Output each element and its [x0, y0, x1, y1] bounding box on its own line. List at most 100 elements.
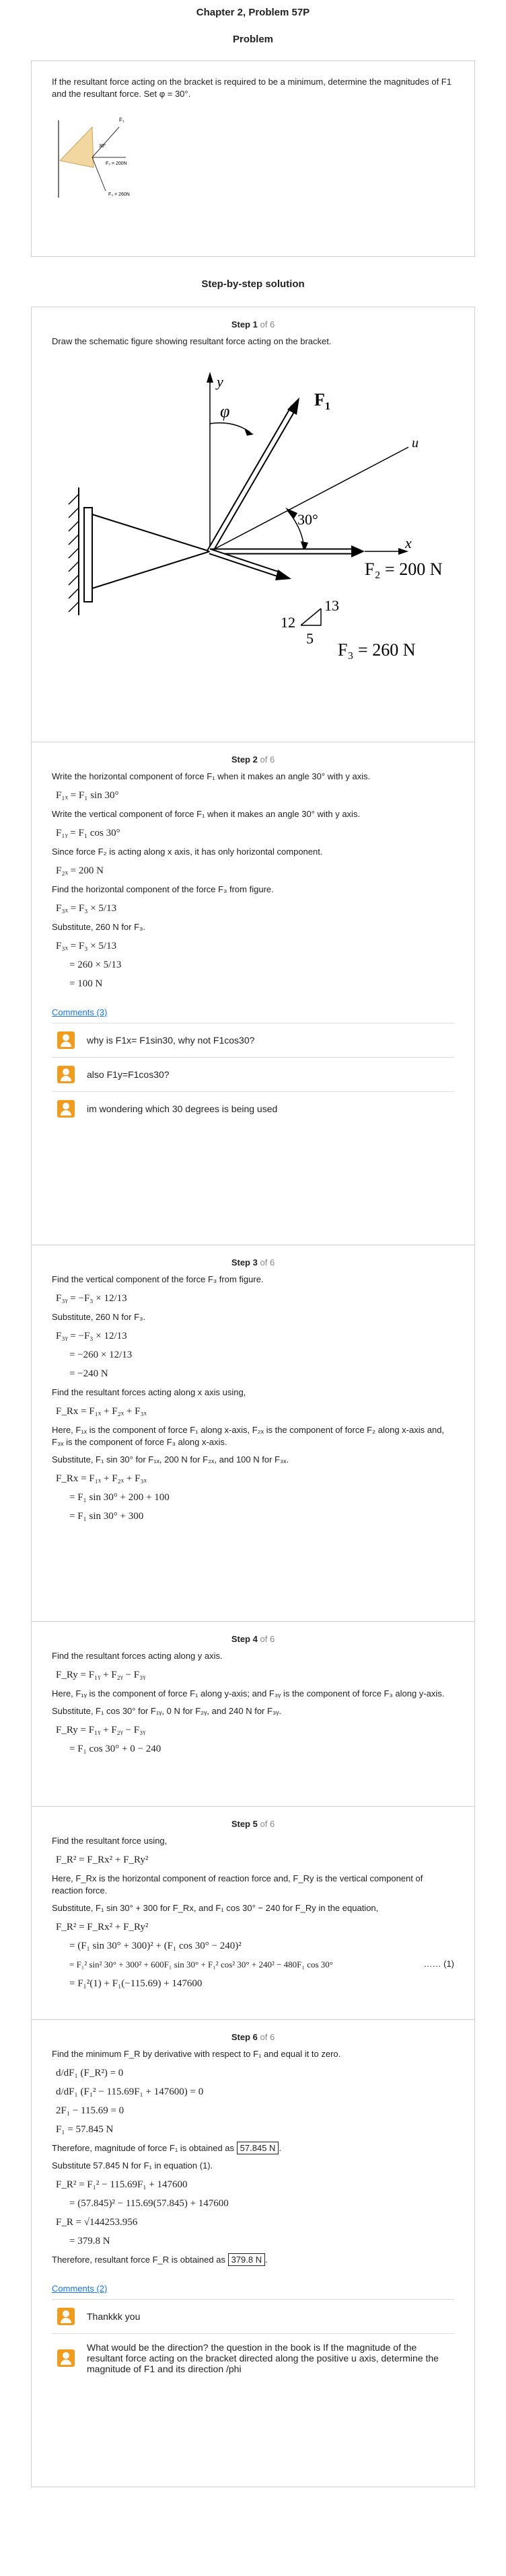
- equation: F₁ₓ = F₁ sin 30°: [56, 790, 119, 801]
- equation: = −240 N: [69, 1368, 108, 1379]
- avatar: [57, 1066, 75, 1083]
- problem-text: If the resultant force acting on the bra…: [52, 77, 451, 99]
- step-header: Step 4 of 6: [231, 1634, 275, 1644]
- u-axis-label: u: [412, 436, 419, 451]
- step-1: Step 1 of 6 Draw the schematic figure sh…: [32, 307, 474, 742]
- f2-label: F₂ = 200 N: [365, 559, 443, 579]
- equation: F₁ = 57.845 N: [56, 2124, 114, 2135]
- comments-link[interactable]: Comments (2): [52, 2284, 107, 2294]
- thumb-f2: F₂ = 200N: [106, 161, 127, 166]
- thumb-f3: F₃ = 260N: [108, 192, 130, 197]
- equation: F_Ry = F₁ᵧ + F₂ᵧ − F₃ᵧ: [56, 1670, 146, 1680]
- answer-intro: Therefore, resultant force F_R is obtain…: [52, 2255, 225, 2265]
- equation: 2F₁ − 115.69 = 0: [56, 2105, 124, 2116]
- step-line: Here, F₁ₓ is the component of force F₁ a…: [52, 1425, 445, 1447]
- equation: F_R = √144253.956: [56, 2217, 138, 2228]
- equation: d/dF₁ (F₁² − 115.69F₁ + 147600) = 0: [56, 2086, 204, 2097]
- f1-sub: 1: [325, 401, 330, 412]
- thumb-angle: 30°: [99, 143, 106, 149]
- avatar: [57, 2308, 75, 2325]
- step-line: Substitute, 260 N for F₃.: [52, 922, 145, 932]
- step-line: Write the horizontal component of force …: [52, 771, 371, 781]
- step-line: Here, F₁ᵧ is the component of force F₁ a…: [52, 1688, 445, 1699]
- comments-list: Thankkk you What would be the direction?…: [52, 2299, 454, 2382]
- step-number: 4: [252, 1634, 258, 1644]
- comments-link[interactable]: Comments (3): [52, 1007, 107, 1017]
- f3-label: F₃ = 260 N: [338, 640, 416, 660]
- equation: F_R² = F_Rx² + F_Ry²: [56, 1922, 149, 1933]
- equation: F₃ₓ = F₃ × 5/13: [56, 903, 117, 914]
- answer-box: 57.845 N: [236, 2142, 279, 2154]
- equation: F_Rx = F₁ₓ + F₂ₓ + F₃ₓ: [56, 1406, 147, 1417]
- comment-text: im wondering which 30 degrees is being u…: [87, 1103, 278, 1114]
- equation: F₃ₓ = F₃ × 5/13: [56, 941, 117, 951]
- step-line: Find the minimum F_R by derivative with …: [52, 2049, 341, 2059]
- answer-intro: Therefore, magnitude of force F₁ is obta…: [52, 2143, 235, 2153]
- comment-text: What would be the direction? the questio…: [87, 2342, 439, 2374]
- comments-list: why is F1x= F1sin30, why not F1cos30? al…: [52, 1023, 454, 1126]
- step-line: Since force F₂ is acting along x axis, i…: [52, 847, 323, 857]
- f1-label: F1: [314, 390, 330, 412]
- step-of: of 6: [260, 1819, 275, 1829]
- problem-thumbnail: F₁ 30° F₂ = 200N F₃ = 260N: [52, 107, 139, 201]
- step-number: 2: [252, 754, 258, 765]
- comment-text: why is F1x= F1sin30, why not F1cos30?: [87, 1035, 255, 1046]
- step-number: 1: [252, 319, 258, 329]
- step-line: Substitute, F₁ sin 30° for F₁ₓ, 200 N fo…: [52, 1454, 289, 1465]
- equation: F₂ₓ = 200 N: [56, 865, 104, 876]
- step-line: Find the resultant forces acting along x…: [52, 1387, 246, 1397]
- equation: = 100 N: [69, 978, 103, 989]
- step-number: 5: [252, 1819, 258, 1829]
- step-of: of 6: [260, 1634, 275, 1644]
- step-of: of 6: [260, 1257, 275, 1267]
- step-line: Here, F_Rx is the horizontal component o…: [52, 1873, 423, 1896]
- step-line: Substitute, F₁ cos 30° for F₁ᵧ, 0 N for …: [52, 1706, 282, 1716]
- step-line: Substitute, F₁ sin 30° + 300 for F_Rx, a…: [52, 1903, 379, 1913]
- equation: = F₁² sin² 30° + 300² + 600F₁ sin 30° + …: [69, 1959, 333, 1969]
- step-line: Find the resultant forces acting along y…: [52, 1651, 223, 1661]
- slope-5: 5: [306, 630, 314, 647]
- page-title: Chapter 2, Problem 57P: [196, 7, 310, 18]
- y-axis-label: y: [215, 373, 223, 390]
- slope-13: 13: [324, 597, 339, 614]
- avatar: [57, 2349, 75, 2367]
- step-line: Therefore, resultant force F_R is obtain…: [52, 2253, 268, 2266]
- step-line: Write the vertical component of force F₁…: [52, 809, 361, 819]
- equation: d/dF₁ (F_R²) = 0: [56, 2068, 124, 2078]
- f1-letter: F: [314, 390, 325, 409]
- step-of: of 6: [260, 754, 275, 765]
- thumb-f1-label: F₁: [119, 117, 124, 123]
- equation: = F₁ cos 30° + 0 − 240: [69, 1744, 161, 1754]
- comment-text: Thankkk you: [87, 2311, 141, 2322]
- comment: Thankkk you: [52, 2299, 454, 2333]
- equation: F₃ᵧ = −F₃ × 12/13: [56, 1293, 127, 1304]
- step-line: Substitute, 260 N for F₃.: [52, 1312, 145, 1322]
- step-header: Step 2 of 6: [231, 754, 275, 765]
- comment-text: also F1y=F1cos30?: [87, 1069, 170, 1080]
- equation: = F₁ sin 30° + 200 + 100: [69, 1492, 170, 1503]
- step-2: Step 2 of 6 Write the horizontal compone…: [32, 742, 474, 1245]
- equation: = F₁²(1) + F₁(−115.69) + 147600: [69, 1978, 203, 1989]
- comment: why is F1x= F1sin30, why not F1cos30?: [52, 1023, 454, 1057]
- avatar: [57, 1100, 75, 1118]
- equation: F₃ᵧ = −F₃ × 12/13: [56, 1331, 127, 1341]
- step-line: Find the resultant force using,: [52, 1836, 168, 1846]
- step-3: Step 3 of 6 Find the vertical component …: [32, 1245, 474, 1622]
- problem-heading: Problem: [232, 34, 273, 45]
- step-number: 6: [252, 2032, 258, 2042]
- step-text: Draw the schematic figure showing result…: [52, 336, 332, 346]
- angle-30-label: 30°: [297, 511, 318, 528]
- steps-container: Step 1 of 6 Draw the schematic figure sh…: [31, 307, 475, 2487]
- comment: What would be the direction? the questio…: [52, 2333, 454, 2382]
- equation: = (F₁ sin 30° + 300)² + (F₁ cos 30° − 24…: [69, 1941, 242, 1951]
- step-of: of 6: [260, 319, 275, 329]
- step-line: Therefore, magnitude of force F₁ is obta…: [52, 2142, 282, 2154]
- comment: im wondering which 30 degrees is being u…: [52, 1091, 454, 1126]
- step-6: Step 6 of 6 Find the minimum F_R by deri…: [32, 2020, 474, 2487]
- answer-box: 379.8 N: [227, 2253, 266, 2266]
- equation: F₁ᵧ = F₁ cos 30°: [56, 828, 120, 838]
- equation-number: …… (1): [423, 1959, 455, 1969]
- equation: = 260 × 5/13: [69, 960, 122, 970]
- equation: = 379.8 N: [69, 2236, 110, 2247]
- step-header: Step 1 of 6: [231, 319, 275, 329]
